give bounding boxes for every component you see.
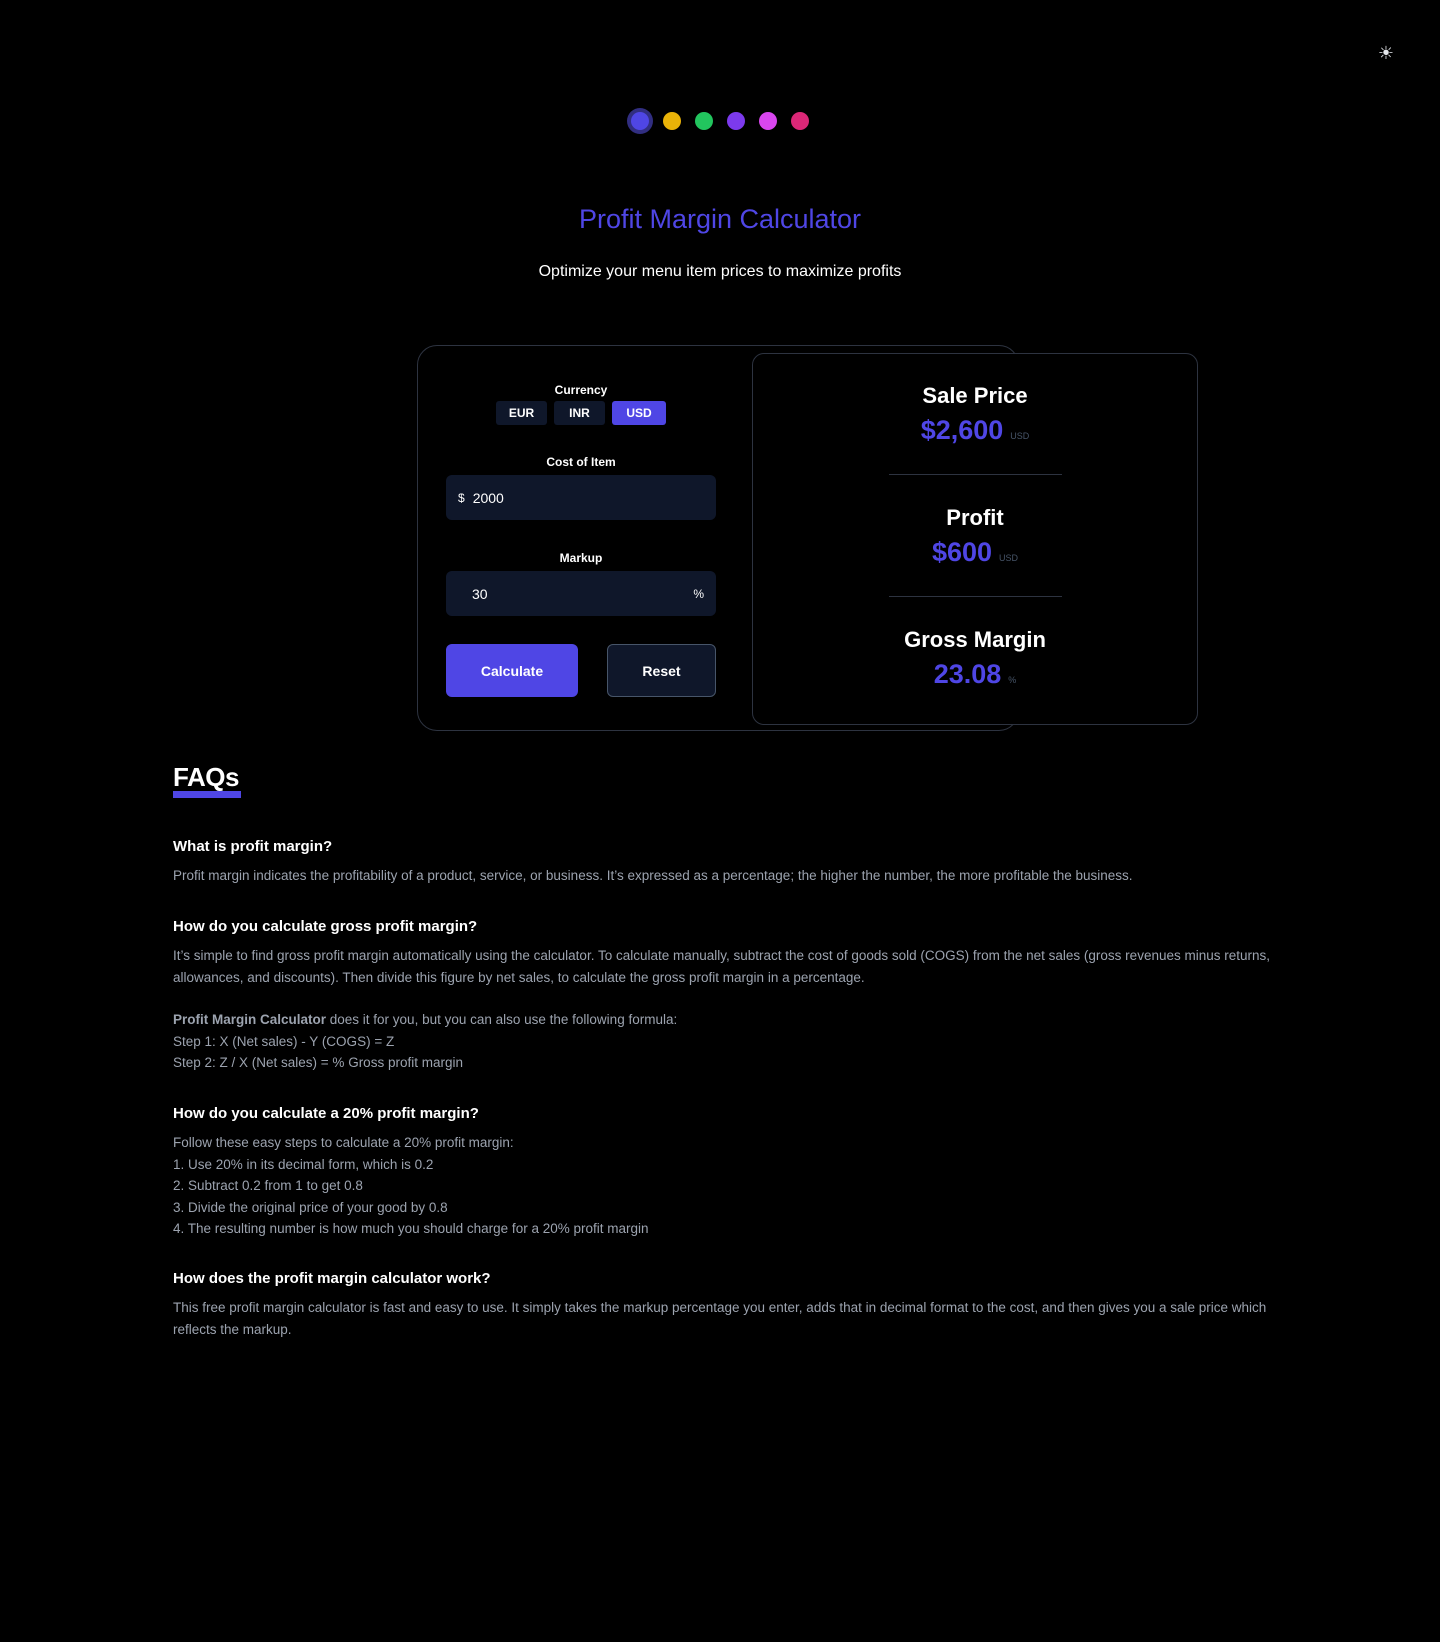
theme-toggle-button[interactable]: ☀ xyxy=(1375,42,1397,64)
faq-step: 1. Use 20% in its decimal form, which is… xyxy=(173,1156,434,1172)
cost-input[interactable]: $ 2000 xyxy=(446,475,716,520)
color-dot-fuchsia[interactable] xyxy=(759,112,777,130)
sale-price-unit: USD xyxy=(1010,431,1030,441)
color-dot-indigo[interactable] xyxy=(631,112,649,130)
profit-title: Profit xyxy=(946,505,1004,530)
sun-icon: ☀ xyxy=(1377,42,1395,63)
sale-price-title: Sale Price xyxy=(922,383,1028,408)
faq-heading: FAQs xyxy=(173,762,239,792)
faq-step: 3. Divide the original price of your goo… xyxy=(173,1199,448,1215)
profit-unit: USD xyxy=(999,553,1019,563)
markup-input[interactable]: 30 % xyxy=(446,571,716,616)
faq-question: How do you calculate gross profit margin… xyxy=(173,918,478,935)
dollar-prefix: $ xyxy=(458,490,465,505)
faq-answer: Follow these easy steps to calculate a 2… xyxy=(173,1135,514,1150)
reset-button[interactable]: Reset xyxy=(607,644,716,697)
color-picker xyxy=(0,112,1440,130)
currency-selector: EUR INR USD xyxy=(446,401,716,425)
faq-item: How do you calculate gross profit margin… xyxy=(173,918,1273,1074)
faq-question: How do you calculate a 20% profit margin… xyxy=(173,1105,479,1122)
formula-step: Step 2: Z / X (Net sales) = % Gross prof… xyxy=(173,1055,463,1070)
gross-margin-result: Gross Margin 23.08 % xyxy=(752,627,1198,690)
currency-label: Currency xyxy=(554,383,608,397)
faq-answer: It’s simple to find gross profit margin … xyxy=(173,948,1271,985)
page-subtitle: Optimize your menu item prices to maximi… xyxy=(538,263,902,280)
currency-eur-button[interactable]: EUR xyxy=(496,401,547,425)
markup-value: 30 xyxy=(472,585,488,602)
faq-question: How does the profit margin calculator wo… xyxy=(173,1270,491,1287)
currency-usd-button[interactable]: USD xyxy=(612,401,666,425)
profit-result: Profit $600 USD xyxy=(752,505,1198,568)
faq-item: How does the profit margin calculator wo… xyxy=(173,1270,1273,1340)
formula-step: Step 1: X (Net sales) - Y (COGS) = Z xyxy=(173,1033,395,1049)
gross-margin-unit: % xyxy=(1008,675,1017,685)
cost-value: 2000 xyxy=(472,489,504,506)
faq-answer: Profit margin indicates the profitabilit… xyxy=(173,868,1133,883)
calculator-name-bold: Profit Margin Calculator xyxy=(173,1012,327,1027)
faq-step: 2. Subtract 0.2 from 1 to get 0.8 xyxy=(173,1178,363,1193)
page-title: Profit Margin Calculator xyxy=(578,204,862,234)
calculate-button[interactable]: Calculate xyxy=(446,644,578,697)
color-dot-violet[interactable] xyxy=(727,112,745,130)
profit-value: $600 xyxy=(931,537,993,567)
currency-inr-button[interactable]: INR xyxy=(554,401,605,425)
percent-suffix: % xyxy=(693,586,704,601)
result-divider xyxy=(889,474,1062,475)
faq-answer-formula-intro: Profit Margin Calculator does it for you… xyxy=(173,1012,678,1027)
faq-item: What is profit margin? Profit margin ind… xyxy=(173,838,1273,887)
faq-item: How do you calculate a 20% profit margin… xyxy=(173,1105,1273,1240)
gross-margin-title: Gross Margin xyxy=(904,627,1046,652)
gross-margin-value: 23.08 xyxy=(933,659,1002,689)
result-divider xyxy=(889,596,1062,597)
color-dot-green[interactable] xyxy=(695,112,713,130)
faq-step: 4. The resulting number is how much you … xyxy=(173,1221,649,1236)
color-dot-pink[interactable] xyxy=(791,112,809,130)
faq-answer: This free profit margin calculator is fa… xyxy=(173,1300,1267,1337)
sale-price-result: Sale Price $2,600 USD xyxy=(752,383,1198,446)
cost-label: Cost of Item xyxy=(546,455,616,469)
sale-price-value: $2,600 xyxy=(920,415,1004,445)
faq-question: What is profit margin? xyxy=(173,838,333,855)
color-dot-amber[interactable] xyxy=(663,112,681,130)
faq-heading-underline xyxy=(173,791,241,798)
markup-label: Markup xyxy=(559,551,603,565)
page: ☀ Profit Margin Calculator Optimize your… xyxy=(0,0,1440,1642)
